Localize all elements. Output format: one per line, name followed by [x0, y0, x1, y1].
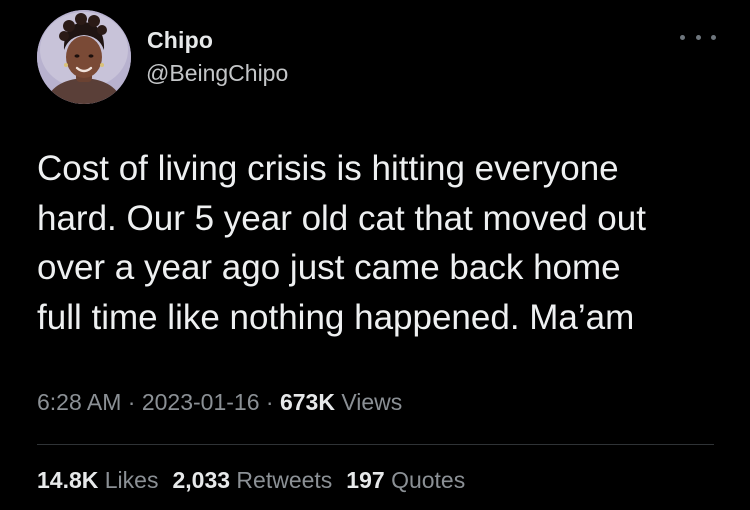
tweet-text-line: over a year ago just came back home — [37, 248, 621, 287]
dot — [695, 34, 701, 40]
retweets-count: 2,033 — [172, 467, 231, 493]
quotes-stat[interactable]: 197 Quotes — [346, 467, 465, 493]
dot — [711, 34, 716, 40]
meta-separator: · — [265, 389, 274, 415]
likes-count: 14.8K — [37, 467, 99, 493]
profile-photo-icon — [37, 10, 131, 104]
tweet-time[interactable]: 6:28 AM — [37, 389, 121, 415]
quotes-count: 197 — [346, 467, 385, 493]
meta-separator: · — [127, 389, 136, 415]
quotes-label: Quotes — [391, 467, 466, 493]
author-handle[interactable]: @BeingChipo — [146, 60, 288, 87]
ellipsis-icon[interactable] — [680, 27, 716, 47]
tweet-text: Cost of living crisis is hitting everyon… — [37, 144, 727, 342]
tweet-text-line: Cost of living crisis is hitting everyon… — [37, 149, 619, 188]
tweet: Chipo @BeingChipo Cost of living crisis … — [0, 0, 750, 510]
retweets-label: Retweets — [236, 467, 333, 493]
views-count[interactable]: 673K — [280, 389, 335, 415]
engagement-stats: 14.8K Likes 2,033 Retweets 197 Quotes — [37, 467, 465, 494]
likes-stat[interactable]: 14.8K Likes — [37, 467, 158, 493]
tweet-date[interactable]: 2023-01-16 — [142, 389, 260, 415]
tweet-text-line: hard. Our 5 year old cat that moved out — [37, 198, 646, 238]
author-name[interactable]: Chipo — [147, 27, 213, 54]
divider — [37, 444, 714, 445]
views-label[interactable]: Views — [341, 389, 402, 415]
likes-label: Likes — [104, 467, 159, 493]
dot — [680, 34, 685, 40]
tweet-meta: 6:28 AM · 2023-01-16 · 673K Views — [37, 389, 402, 416]
retweets-stat[interactable]: 2,033 Retweets — [172, 467, 332, 493]
tweet-text-line: full time like nothing happened. Ma’am — [37, 297, 635, 337]
avatar[interactable] — [37, 10, 131, 104]
